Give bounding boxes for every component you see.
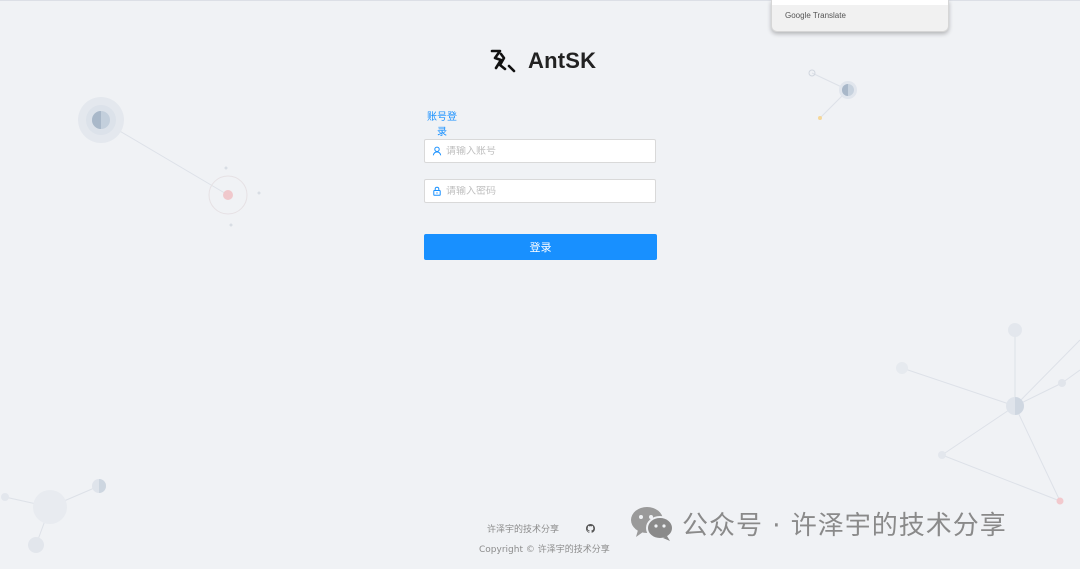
background-network-decoration bbox=[1, 69, 1080, 553]
login-button[interactable]: 登录 bbox=[424, 234, 657, 260]
brand-name: AntSK bbox=[528, 48, 597, 73]
footer-links: 许泽宇的技术分享 bbox=[487, 522, 596, 535]
lock-icon bbox=[432, 186, 442, 196]
antsk-logo-icon bbox=[490, 49, 516, 73]
google-translate-popup[interactable]: Google Translate bbox=[771, 0, 949, 32]
google-translate-label: Google Translate bbox=[785, 11, 846, 20]
footer-link-author[interactable]: 许泽宇的技术分享 bbox=[487, 522, 559, 535]
brand-logo: AntSK bbox=[488, 47, 596, 75]
user-icon bbox=[432, 146, 442, 156]
translate-popup-top bbox=[772, 0, 948, 5]
github-icon[interactable] bbox=[586, 524, 596, 533]
wechat-icon bbox=[631, 506, 674, 541]
password-field[interactable] bbox=[424, 179, 656, 203]
username-field[interactable] bbox=[424, 139, 656, 163]
copyright-text: Copyright © 许泽宇的技术分享 bbox=[479, 545, 610, 555]
wechat-watermark: 公众号 · 许泽宇的技术分享 bbox=[630, 505, 1007, 542]
username-input[interactable] bbox=[446, 145, 636, 157]
watermark-text: 公众号 · 许泽宇的技术分享 bbox=[682, 511, 1007, 541]
password-input[interactable] bbox=[446, 185, 636, 197]
